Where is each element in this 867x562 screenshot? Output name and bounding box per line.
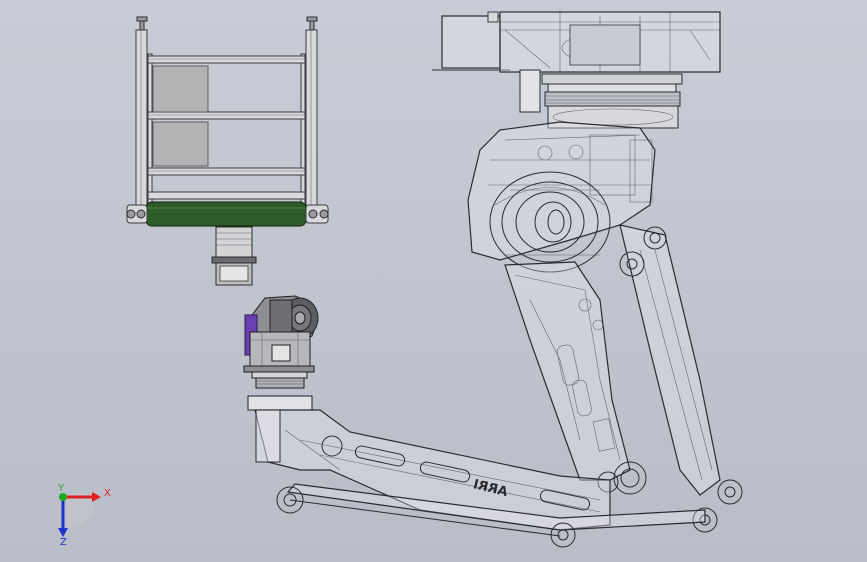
head-box: [441, 15, 501, 69]
right-post: [305, 29, 318, 209]
camera-head[interactable]: [243, 295, 319, 411]
panel-lower: [152, 121, 209, 167]
orientation-triad[interactable]: X Y Z: [57, 483, 111, 548]
z-axis-label: Z: [60, 537, 67, 548]
lower-arm[interactable]: ARRI: [254, 409, 706, 548]
head-unit[interactable]: [432, 11, 721, 129]
green-roller[interactable]: [145, 201, 307, 227]
panel-upper: [152, 65, 209, 113]
motor-cylinder[interactable]: [211, 226, 257, 286]
rack-frame[interactable]: [126, 16, 329, 286]
top-bolts: [136, 16, 318, 32]
y-axis-dot: [59, 493, 67, 501]
x-axis-label: X: [104, 488, 111, 499]
spindle-stack: [519, 69, 683, 129]
left-post: [135, 29, 148, 209]
cad-viewport[interactable]: ARRI X Y Z: [0, 0, 867, 562]
assembly-model[interactable]: ARRI X Y Z: [0, 0, 867, 562]
y-axis-label: Y: [57, 483, 65, 494]
